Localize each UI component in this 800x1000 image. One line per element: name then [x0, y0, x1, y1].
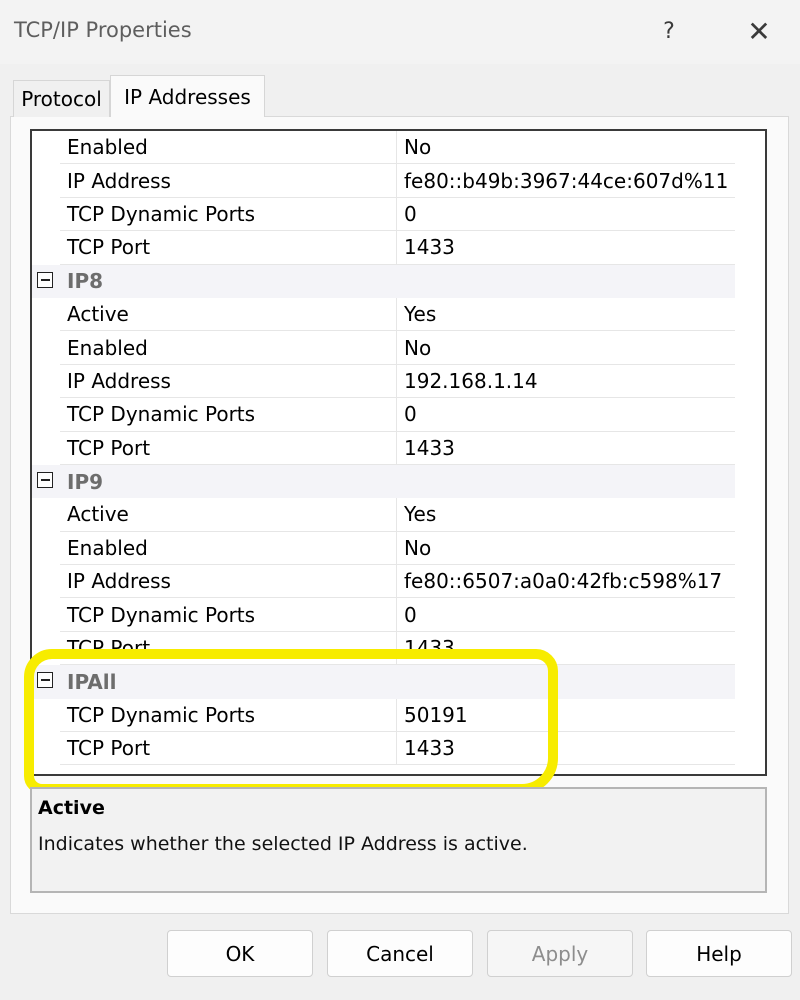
property-value[interactable]: 1433: [396, 431, 735, 465]
property-name: TCP Dynamic Ports: [60, 699, 396, 733]
row-gutter: [32, 498, 60, 532]
property-row[interactable]: IP Address fe80::6507:a0a0:42fb:c598%17: [32, 565, 735, 599]
property-value[interactable]: 1433: [396, 732, 735, 766]
property-name: IP Address: [60, 164, 396, 198]
category-row-ipall[interactable]: IPAll: [32, 665, 735, 699]
property-row[interactable]: TCP Dynamic Ports 0: [32, 197, 735, 232]
category-row-ip9[interactable]: IP9: [32, 464, 735, 499]
property-value[interactable]: 0: [396, 598, 735, 632]
property-value[interactable]: 0: [396, 398, 735, 432]
property-value[interactable]: 192.168.1.14: [396, 364, 735, 399]
property-name: TCP Port: [60, 632, 396, 666]
property-name: IP Address: [60, 365, 396, 399]
property-value[interactable]: No: [396, 331, 735, 365]
category-label: IPAll: [67, 669, 117, 694]
property-grid-rows: Enabled No IP Address fe80::b49b:3967:44ce:…: [32, 131, 735, 766]
property-grid: Enabled No IP Address fe80::b49b:3967:44ce:…: [30, 129, 767, 776]
tab-protocol[interactable]: Protocol: [13, 80, 110, 117]
row-gutter: [32, 197, 60, 232]
property-name: TCP Port: [60, 732, 396, 766]
tab-ip-addresses[interactable]: IP Addresses: [110, 75, 265, 117]
property-name: Active: [60, 498, 396, 532]
property-value[interactable]: 1433: [396, 231, 735, 265]
property-value[interactable]: fe80::6507:a0a0:42fb:c598%17: [396, 565, 735, 599]
vertical-scrollbar[interactable]: [765, 131, 767, 774]
property-value[interactable]: 1433: [396, 631, 735, 666]
category-row-ip8[interactable]: IP8: [32, 264, 735, 298]
property-name: TCP Port: [60, 432, 396, 465]
row-gutter: [32, 431, 60, 465]
property-row[interactable]: IP Address 192.168.1.14: [32, 364, 735, 399]
property-row[interactable]: Active Yes: [32, 297, 735, 332]
property-row[interactable]: Active Yes: [32, 498, 735, 532]
property-row[interactable]: TCP Dynamic Ports 50191: [32, 698, 735, 733]
property-row[interactable]: TCP Dynamic Ports 0: [32, 398, 735, 432]
property-value[interactable]: 0: [396, 197, 735, 232]
property-row[interactable]: IP Address fe80::b49b:3967:44ce:607d%11: [32, 164, 735, 198]
property-value[interactable]: fe80::b49b:3967:44ce:607d%11: [396, 164, 735, 198]
collapse-icon[interactable]: [37, 471, 53, 488]
property-row[interactable]: Enabled No: [32, 331, 735, 365]
ok-button[interactable]: OK: [167, 930, 313, 977]
row-gutter: [32, 732, 60, 766]
cancel-button[interactable]: Cancel: [327, 930, 473, 977]
property-name: Enabled: [60, 331, 396, 365]
row-gutter: [32, 598, 60, 632]
property-name: IP Address: [60, 565, 396, 599]
property-name: Enabled: [60, 131, 396, 165]
row-gutter: [32, 331, 60, 365]
row-gutter: [32, 231, 60, 265]
row-gutter: [32, 631, 60, 666]
property-name: Enabled: [60, 532, 396, 566]
category-label: IP9: [67, 469, 104, 494]
collapse-icon[interactable]: [37, 672, 53, 689]
row-gutter: [32, 131, 60, 165]
property-row[interactable]: TCP Port 1433: [32, 732, 735, 766]
property-value[interactable]: Yes: [396, 297, 735, 332]
description-title: Active: [38, 797, 105, 819]
close-icon[interactable]: ✕: [734, 8, 784, 54]
property-row[interactable]: Enabled No: [32, 131, 735, 165]
apply-button[interactable]: Apply: [487, 930, 633, 977]
property-value[interactable]: 50191: [396, 698, 735, 733]
row-gutter: [32, 164, 60, 198]
property-row[interactable]: TCP Port 1433: [32, 431, 735, 465]
property-name: Active: [60, 298, 396, 332]
property-name: TCP Dynamic Ports: [60, 398, 396, 432]
property-row[interactable]: TCP Port 1433: [32, 231, 735, 265]
description-text: Indicates whether the selected IP Addres…: [38, 833, 528, 855]
property-name: TCP Dynamic Ports: [60, 198, 396, 232]
window-title: TCP/IP Properties: [14, 18, 192, 42]
help-icon[interactable]: ?: [644, 8, 694, 54]
help-button[interactable]: Help: [646, 930, 792, 977]
property-row[interactable]: TCP Port 1433: [32, 631, 735, 666]
row-gutter: [32, 364, 60, 399]
row-gutter: [32, 531, 60, 566]
property-name: TCP Dynamic Ports: [60, 598, 396, 632]
property-name: TCP Port: [60, 231, 396, 265]
row-gutter: [32, 565, 60, 599]
property-value[interactable]: No: [396, 531, 735, 566]
row-gutter: [32, 297, 60, 332]
property-row[interactable]: Enabled No: [32, 531, 735, 566]
property-row[interactable]: TCP Dynamic Ports 0: [32, 598, 735, 632]
collapse-icon[interactable]: [37, 271, 53, 288]
category-label: IP8: [67, 269, 104, 294]
property-value[interactable]: No: [396, 131, 735, 165]
property-value[interactable]: Yes: [396, 498, 735, 532]
row-gutter: [32, 698, 60, 733]
title-bar: TCP/IP Properties ? ✕: [0, 0, 800, 64]
description-panel: Active Indicates whether the selected IP…: [30, 787, 767, 893]
row-gutter: [32, 398, 60, 432]
